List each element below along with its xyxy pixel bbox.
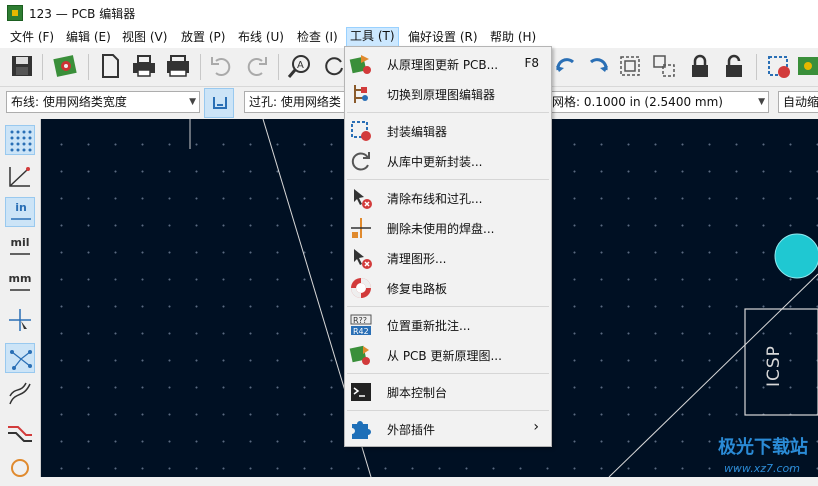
reannotate-icon: R?? R42 — [349, 313, 373, 337]
grid-select[interactable]: 网格: 0.1000 in (2.5400 mm) ▼ — [552, 91, 769, 113]
ratsnest-icon[interactable] — [5, 343, 35, 373]
menu-view[interactable]: 视图 (V) — [119, 28, 170, 46]
unlock-icon[interactable] — [720, 52, 748, 80]
inch-label: in — [15, 201, 27, 214]
menu-route[interactable]: 布线 (U) — [235, 28, 287, 46]
menu-preferences[interactable]: 偏好设置 (R) — [405, 28, 481, 46]
menu-item-external-plugins[interactable]: 外部插件 › — [345, 414, 551, 443]
units-inch-button[interactable]: in — [5, 197, 35, 227]
grid-toggle-icon[interactable] — [5, 125, 35, 155]
mm-label: mm — [8, 272, 32, 285]
menu-item-label: 删除未使用的焊盘... — [387, 222, 495, 236]
save-icon[interactable] — [8, 52, 36, 80]
curved-ratsnest-icon[interactable] — [5, 379, 35, 409]
chevron-down-icon: ▼ — [189, 97, 196, 107]
update-pcb-icon — [349, 52, 373, 76]
app-icon — [7, 5, 23, 21]
units-mil-button[interactable]: mil — [5, 233, 35, 263]
group-icon[interactable] — [616, 52, 644, 80]
tracks-outline-icon[interactable] — [5, 417, 35, 447]
watermark-url: www.xz7.com — [723, 462, 800, 475]
footprint-editor-icon[interactable] — [764, 52, 792, 80]
cleanup-graphics-icon — [349, 246, 373, 270]
chevron-down-icon: ▼ — [758, 97, 765, 107]
footprint-editor-icon — [349, 119, 373, 143]
menu-item-label: 位置重新批注... — [387, 319, 471, 333]
window-title: 123 — PCB 编辑器 — [29, 7, 136, 21]
plot-icon[interactable] — [164, 52, 192, 80]
via-size-value: 过孔: 使用网络类 — [249, 95, 341, 109]
menu-file[interactable]: 文件 (F) — [7, 28, 57, 46]
menu-bar: 文件 (F) 编辑 (E) 视图 (V) 放置 (P) 布线 (U) 检查 (I… — [0, 26, 818, 48]
menu-item-label: 清理图形... — [387, 252, 447, 266]
remove-pads-icon — [349, 216, 373, 240]
via-size-select[interactable]: 过孔: 使用网络类 — [244, 91, 350, 113]
watermark-text: 极光下载站 — [718, 437, 808, 458]
menu-item-label: 从原理图更新 PCB... — [387, 58, 499, 72]
refresh-icon — [349, 149, 373, 173]
track-width-select[interactable]: 布线: 使用网络类宽度 ▼ — [6, 91, 200, 113]
menu-item-label: 修复电路板 — [387, 282, 448, 296]
schematic-editor-icon — [349, 82, 373, 106]
puzzle-icon — [349, 417, 373, 441]
menu-item-update-footprints[interactable]: 从库中更新封装... — [345, 146, 551, 175]
menu-tools[interactable]: 工具 (T) — [346, 27, 399, 47]
menu-item-label: 脚本控制台 — [387, 386, 448, 400]
left-toolbar: in mil mm — [0, 119, 41, 477]
menu-item-label: 从 PCB 更新原理图... — [387, 349, 502, 363]
menu-item-reannotate[interactable]: R?? R42 位置重新批注... — [345, 310, 551, 339]
cursor-icon[interactable] — [5, 305, 35, 335]
track-width-value: 布线: 使用网络类宽度 — [11, 95, 127, 109]
grid-value: 网格: 0.1000 in (2.5400 mm) — [552, 95, 723, 109]
menu-item-update-schematic[interactable]: 从 PCB 更新原理图... — [345, 340, 551, 369]
menu-item-label: 从库中更新封装... — [387, 155, 483, 169]
menu-item-label: 清除布线和过孔... — [387, 192, 483, 206]
svg-text:R42: R42 — [353, 327, 369, 336]
menu-item-cleanup-graphics[interactable]: 清理图形... — [345, 243, 551, 272]
update-schematic-icon — [349, 343, 373, 367]
submenu-arrow-icon: › — [533, 419, 539, 435]
menu-help[interactable]: 帮助 (H) — [487, 28, 539, 46]
find-icon[interactable]: A — [286, 52, 314, 80]
svg-text:R??: R?? — [353, 316, 367, 325]
rotate-ccw-icon[interactable] — [552, 52, 580, 80]
units-mm-button[interactable]: mm — [5, 269, 35, 299]
page-settings-icon[interactable] — [96, 52, 124, 80]
menu-item-remove-unused-pads[interactable]: 删除未使用的焊盘... — [345, 213, 551, 242]
menu-place[interactable]: 放置 (P) — [178, 28, 228, 46]
repair-board-icon — [349, 276, 373, 300]
menu-item-repair-board[interactable]: 修复电路板 — [345, 273, 551, 302]
shortcut-label: F8 — [524, 56, 539, 70]
lock-icon[interactable] — [686, 52, 714, 80]
auto-track-width-button[interactable] — [204, 88, 234, 118]
zones-icon[interactable] — [5, 453, 35, 483]
svg-text:A: A — [297, 60, 304, 71]
menu-edit[interactable]: 编辑 (E) — [63, 28, 114, 46]
zoom-value: 自动缩 — [783, 95, 818, 109]
title-bar: 123 — PCB 编辑器 — [0, 0, 818, 26]
menu-item-switch-schematic[interactable]: 切换到原理图编辑器 — [345, 79, 551, 108]
menu-item-update-pcb[interactable]: 从原理图更新 PCB... F8 — [345, 49, 551, 78]
silkscreen-label: ICSP — [764, 345, 784, 387]
mil-label: mil — [10, 236, 30, 249]
menu-item-label: 封装编辑器 — [387, 125, 448, 139]
print-icon[interactable] — [130, 52, 158, 80]
redo-icon[interactable] — [242, 52, 270, 80]
board-setup-icon[interactable] — [52, 52, 80, 80]
console-icon — [349, 380, 373, 404]
tools-menu: 从原理图更新 PCB... F8 切换到原理图编辑器 封装编辑器 从库中更新封装… — [344, 46, 552, 447]
rotate-cw-icon[interactable] — [584, 52, 612, 80]
menu-item-cleanup-tracks[interactable]: 清除布线和过孔... — [345, 183, 551, 212]
cleanup-tracks-icon — [349, 186, 373, 210]
ungroup-icon[interactable] — [650, 52, 678, 80]
menu-item-label: 切换到原理图编辑器 — [387, 88, 496, 102]
menu-item-scripting-console[interactable]: 脚本控制台 — [345, 377, 551, 406]
board-icon[interactable] — [794, 52, 818, 80]
polar-coords-icon[interactable] — [5, 161, 35, 191]
menu-inspect[interactable]: 检查 (I) — [294, 28, 341, 46]
zoom-select[interactable]: 自动缩 — [778, 91, 818, 113]
menu-item-label: 外部插件 — [387, 423, 436, 437]
menu-item-footprint-editor[interactable]: 封装编辑器 — [345, 116, 551, 145]
undo-icon[interactable] — [208, 52, 236, 80]
